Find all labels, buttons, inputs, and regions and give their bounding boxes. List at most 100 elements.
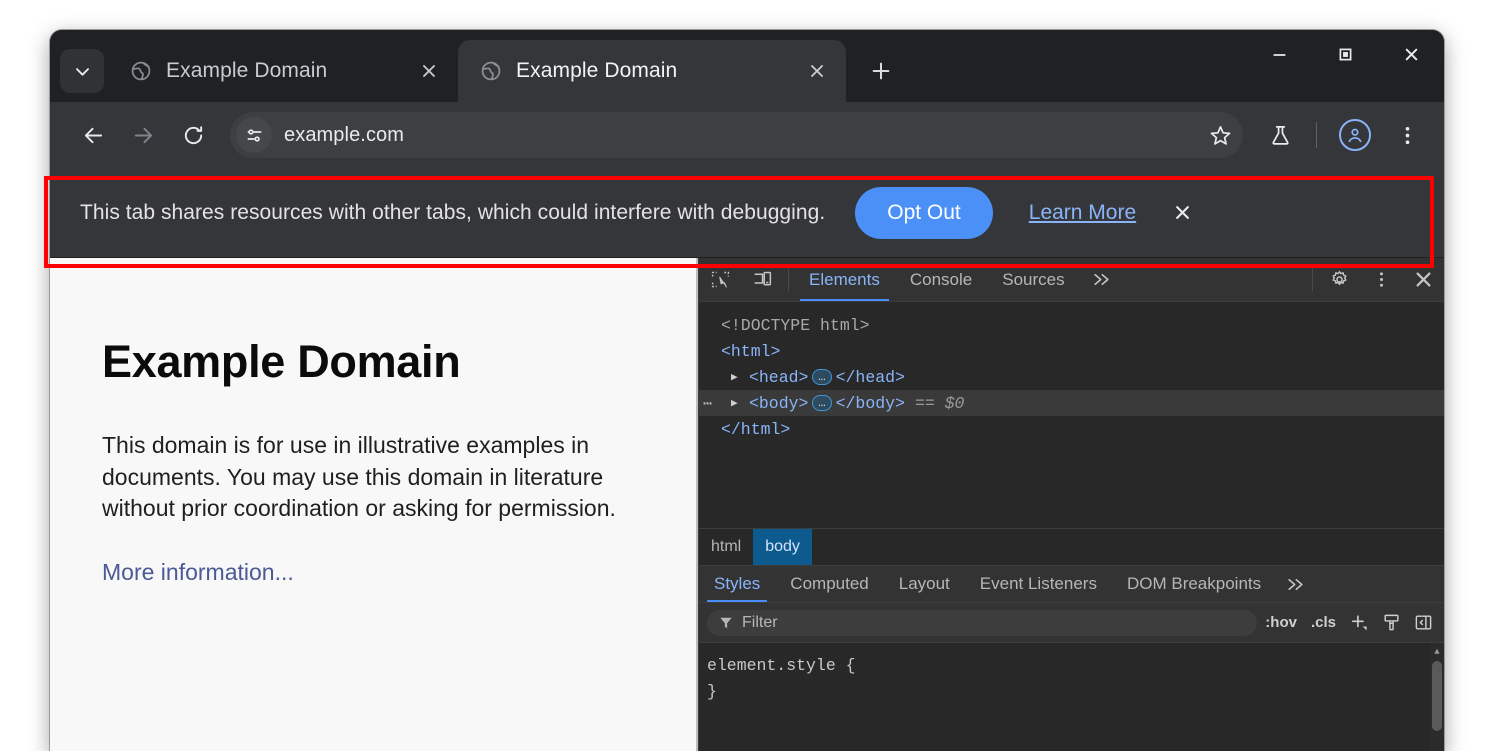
breadcrumb-item-body[interactable]: body (753, 529, 812, 565)
infobar-message: This tab shares resources with other tab… (80, 201, 825, 225)
inspect-cursor-icon (710, 269, 731, 290)
dom-overflow-dots[interactable]: ⋯ (703, 394, 713, 413)
tab-computed[interactable]: Computed (775, 566, 883, 602)
filter-input[interactable]: Filter (707, 610, 1257, 636)
minimize-button[interactable] (1246, 30, 1312, 78)
close-icon (1173, 203, 1192, 222)
tab-close-button[interactable] (802, 56, 832, 86)
scroll-up-arrow-icon[interactable]: ▲ (1430, 645, 1444, 659)
devtools-tab-sources[interactable]: Sources (987, 258, 1079, 301)
tab-2[interactable]: Example Domain (458, 40, 846, 102)
tab-layout[interactable]: Layout (884, 566, 965, 602)
dom-line-selected[interactable]: ⋯ ▶ <body> … </body> == $0 (699, 390, 1444, 416)
window-close-button[interactable] (1378, 30, 1444, 78)
page-heading: Example Domain (102, 336, 696, 388)
element-style-selector: element.style { (707, 656, 856, 675)
plus-icon (870, 60, 892, 82)
collapsed-children-badge[interactable]: … (812, 395, 831, 411)
three-dot-menu-icon (1396, 124, 1419, 147)
devtools-close-button[interactable] (1402, 258, 1444, 301)
devtools-settings-button[interactable] (1318, 258, 1360, 301)
breadcrumb: html body (699, 528, 1444, 565)
minimize-icon (1271, 46, 1288, 63)
learn-more-link[interactable]: Learn More (1029, 201, 1136, 225)
dom-line[interactable]: <!DOCTYPE html> (699, 312, 1444, 338)
page-viewport: Example Domain This domain is for use in… (50, 258, 696, 751)
devtools-toolbar-right (1307, 258, 1444, 301)
star-icon (1209, 124, 1232, 147)
breadcrumb-item-html[interactable]: html (699, 529, 753, 565)
screenshot-root: Example Domain Example Domain (0, 0, 1500, 751)
browser-toolbar: example.com (50, 102, 1444, 168)
new-tab-button[interactable] (858, 48, 904, 94)
person-icon (1344, 124, 1366, 146)
hover-state-button[interactable]: :hov (1259, 614, 1303, 631)
dom-line[interactable]: ▶ <head> … </head> (699, 364, 1444, 390)
back-button[interactable] (70, 112, 116, 158)
rendering-emulations-button[interactable] (1376, 609, 1406, 637)
more-information-link[interactable]: More information... (102, 559, 294, 585)
plus-icon (1350, 613, 1369, 632)
dom-html-close: </html> (721, 420, 790, 439)
reload-button[interactable] (170, 112, 216, 158)
page-paragraph: This domain is for use in illustrative e… (102, 430, 647, 525)
infobar-close-button[interactable] (1164, 195, 1200, 231)
collapsed-children-badge[interactable]: … (812, 369, 831, 385)
tab-dom-breakpoints[interactable]: DOM Breakpoints (1112, 566, 1276, 602)
arrow-left-icon (82, 124, 105, 147)
tab-1[interactable]: Example Domain (108, 40, 458, 102)
expand-triangle-icon[interactable]: ▶ (731, 396, 745, 410)
site-settings-button[interactable] (236, 117, 272, 153)
inspect-element-button[interactable] (699, 258, 741, 301)
tab-close-button[interactable] (414, 56, 444, 86)
opt-out-button[interactable]: Opt Out (855, 187, 993, 239)
style-rule-closing: } (707, 678, 1444, 704)
new-style-rule-button[interactable] (1344, 609, 1374, 637)
tab-title: Example Domain (516, 59, 788, 83)
dom-head-open: <head> (749, 368, 808, 387)
styles-scrollbar[interactable]: ▲ (1430, 643, 1444, 751)
dom-line[interactable]: <html> (699, 338, 1444, 364)
device-toolbar-button[interactable] (741, 258, 783, 301)
dom-body-open: <body> (749, 394, 808, 413)
devtools-more-tabs-button[interactable] (1080, 258, 1123, 301)
expand-triangle-icon[interactable]: ▶ (731, 370, 745, 384)
style-rule-selector[interactable]: element.style { (707, 652, 1444, 678)
three-dot-menu-icon (1371, 269, 1392, 290)
devtools-tab-elements[interactable]: Elements (794, 258, 895, 301)
sidebar-more-tabs-button[interactable] (1276, 566, 1315, 602)
styles-filter-row: Filter :hov .cls (699, 603, 1444, 643)
close-icon (421, 63, 437, 79)
address-bar[interactable]: example.com (230, 112, 1243, 158)
globe-icon (130, 60, 152, 82)
toolbar-divider (1316, 122, 1317, 148)
browser-menu-button[interactable] (1384, 112, 1430, 158)
browser-window: Example Domain Example Domain (50, 30, 1444, 751)
content-area: Example Domain This domain is for use in… (50, 258, 1444, 751)
devtools-toolbar-divider-right (1312, 268, 1313, 291)
devtools-tab-console[interactable]: Console (895, 258, 987, 301)
tab-styles[interactable]: Styles (699, 566, 775, 602)
close-icon (1403, 46, 1420, 63)
arrow-right-icon (132, 124, 155, 147)
tab-event-listeners[interactable]: Event Listeners (965, 566, 1112, 602)
maximize-button[interactable] (1312, 30, 1378, 78)
dom-tree[interactable]: <!DOCTYPE html> <html> ▶ <head> … </head… (699, 302, 1444, 528)
styles-pane[interactable]: element.style { } ▲ (699, 643, 1444, 751)
forward-button[interactable] (120, 112, 166, 158)
bookmark-button[interactable] (1197, 112, 1243, 158)
labs-button[interactable] (1257, 112, 1303, 158)
devtools-more-options-button[interactable] (1360, 258, 1402, 301)
paint-brush-icon (1382, 613, 1401, 632)
tab-search-button[interactable] (60, 49, 104, 93)
element-style-brace: } (707, 682, 717, 701)
toggle-sidebar-button[interactable] (1408, 609, 1438, 637)
dom-line[interactable]: </html> (699, 416, 1444, 442)
scrollbar-thumb[interactable] (1432, 661, 1442, 731)
gear-icon (1329, 269, 1350, 290)
close-icon (1413, 269, 1434, 290)
class-editor-button[interactable]: .cls (1305, 614, 1342, 631)
profile-avatar[interactable] (1339, 119, 1371, 151)
dom-doctype: <!DOCTYPE html> (721, 316, 870, 335)
sidebar-tabs: Styles Computed Layout Event Listeners D… (699, 565, 1444, 603)
